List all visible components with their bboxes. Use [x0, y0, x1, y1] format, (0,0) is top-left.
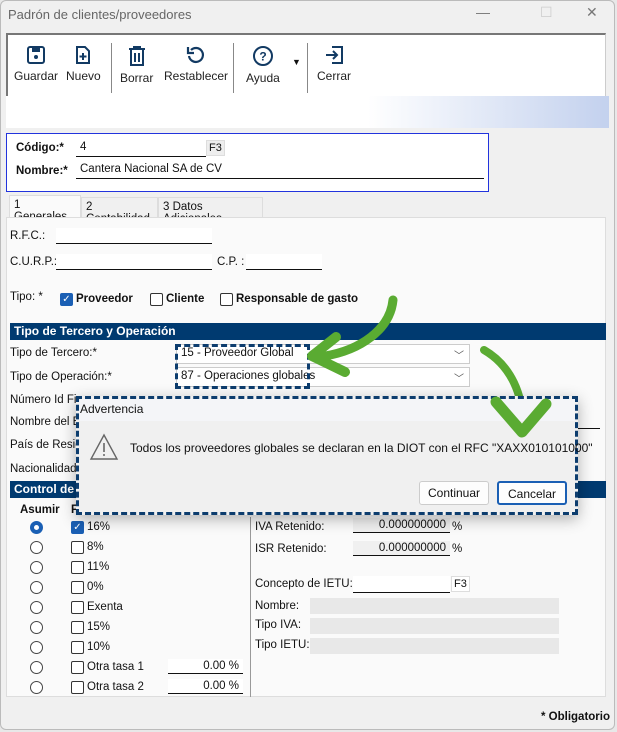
cancelar-button[interactable]: Cancelar	[497, 481, 567, 505]
arrowhead-icon	[490, 396, 552, 438]
warning-icon	[89, 433, 119, 460]
continuar-button[interactable]: Continuar	[419, 481, 489, 505]
warning-dialog: Advertencia Todos los proveedores global…	[76, 396, 593, 515]
green-arrows	[307, 295, 527, 434]
arrow-icon	[320, 295, 398, 361]
